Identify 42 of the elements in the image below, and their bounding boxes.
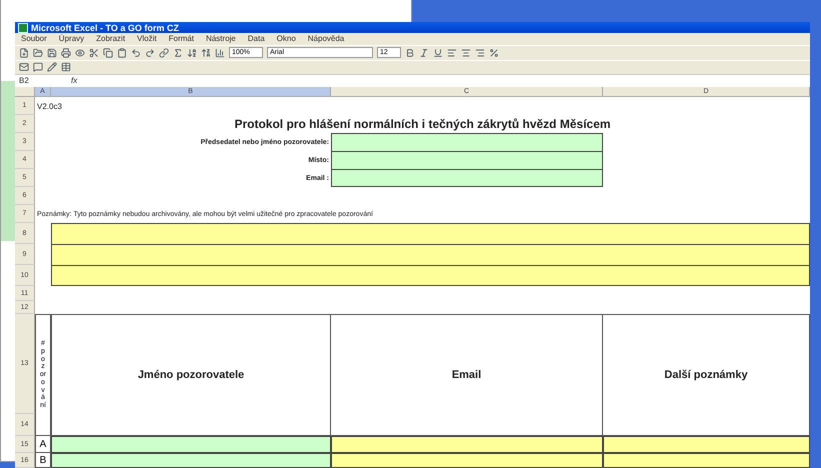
- version-text: V2.0c3: [36, 100, 63, 112]
- app-icon: [18, 22, 28, 33]
- chart-icon[interactable]: [215, 48, 225, 58]
- align-center-icon[interactable]: [461, 48, 471, 58]
- column-heading: Jméno pozorovatele: [51, 314, 331, 436]
- menu-item[interactable]: Formát: [168, 34, 194, 44]
- preview-icon[interactable]: [75, 48, 85, 58]
- menu-item[interactable]: Zobrazit: [96, 34, 126, 44]
- menu-item[interactable]: Data: [248, 34, 265, 44]
- align-right-icon[interactable]: [475, 48, 485, 58]
- sort-descending-icon[interactable]: [201, 48, 211, 58]
- save-icon[interactable]: [47, 48, 57, 58]
- redo-icon[interactable]: [145, 48, 155, 58]
- name-box[interactable]: B2: [19, 76, 67, 86]
- menu-item[interactable]: Nástroje: [206, 34, 236, 44]
- mail-icon[interactable]: [19, 62, 29, 72]
- menu-item[interactable]: Nápověda: [308, 34, 344, 44]
- paste-icon[interactable]: [117, 48, 127, 58]
- percent-icon[interactable]: [489, 48, 499, 58]
- bold-icon[interactable]: [405, 48, 415, 58]
- folder-icon[interactable]: [33, 48, 43, 58]
- table-icon[interactable]: [61, 62, 71, 72]
- pencil-icon[interactable]: [47, 62, 57, 72]
- menu-item[interactable]: Úpravy: [58, 34, 84, 44]
- copy-icon[interactable]: [103, 48, 113, 58]
- link-icon[interactable]: [159, 48, 169, 58]
- menu-item[interactable]: Vložit: [137, 34, 157, 44]
- menu-item[interactable]: Okno: [276, 34, 296, 44]
- underline-icon[interactable]: [433, 48, 443, 58]
- cut-icon[interactable]: [89, 48, 99, 58]
- printer-icon[interactable]: [61, 48, 71, 58]
- sum-icon[interactable]: [173, 48, 183, 58]
- function-button[interactable]: fx: [71, 76, 78, 86]
- menu-item[interactable]: Soubor: [21, 34, 47, 44]
- new-file-icon[interactable]: [19, 48, 29, 58]
- sort-ascending-icon[interactable]: [187, 48, 197, 58]
- sheet-title: Protokol pro hlášení normálních i tečných zákrytů hvězd Měsícem: [233, 116, 612, 133]
- undo-icon[interactable]: [131, 48, 141, 58]
- window-title: Microsoft Excel - TO a GO form CZ: [31, 22, 179, 33]
- align-left-icon[interactable]: [447, 48, 457, 58]
- italic-icon[interactable]: [419, 48, 429, 58]
- comment-icon[interactable]: [33, 62, 43, 72]
